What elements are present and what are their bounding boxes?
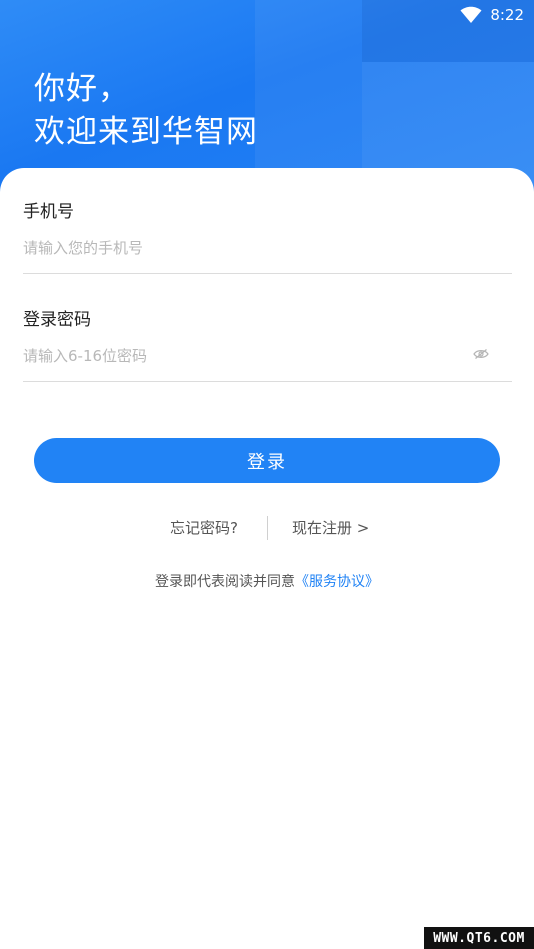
password-label: 登录密码 [23,310,91,330]
eye-off-icon[interactable] [473,348,489,360]
wifi-icon [460,6,482,23]
greeting-line-1: 你好， [34,71,130,107]
phone-input[interactable] [23,234,512,262]
forgot-password-link[interactable]: 忘记密码? [170,516,238,540]
phone-label: 手机号 [23,202,74,222]
auth-links: 忘记密码? 现在注册 > [0,516,534,540]
status-bar: 8:22 [460,4,524,26]
agreement-text: 登录即代表阅读并同意 [155,574,295,590]
password-field: 登录密码 [23,308,512,382]
phone-input-wrap [23,234,512,274]
service-agreement-link[interactable]: 《服务协议》 [295,574,379,590]
agreement-notice: 登录即代表阅读并同意《服务协议》 [0,572,534,592]
password-input-wrap [23,342,512,382]
greeting: 你好， 欢迎来到华智网 [34,68,258,154]
register-link[interactable]: 现在注册 > [292,516,369,540]
watermark-logo: WWW.QT6.COM [424,927,534,949]
links-divider [267,516,268,540]
greeting-line-2: 欢迎来到华智网 [34,114,258,150]
phone-field: 手机号 [23,200,512,274]
status-time: 8:22 [490,6,524,24]
password-input[interactable] [23,342,512,370]
login-card: 手机号 登录密码 [0,168,534,949]
login-button[interactable]: 登录 [34,438,500,483]
